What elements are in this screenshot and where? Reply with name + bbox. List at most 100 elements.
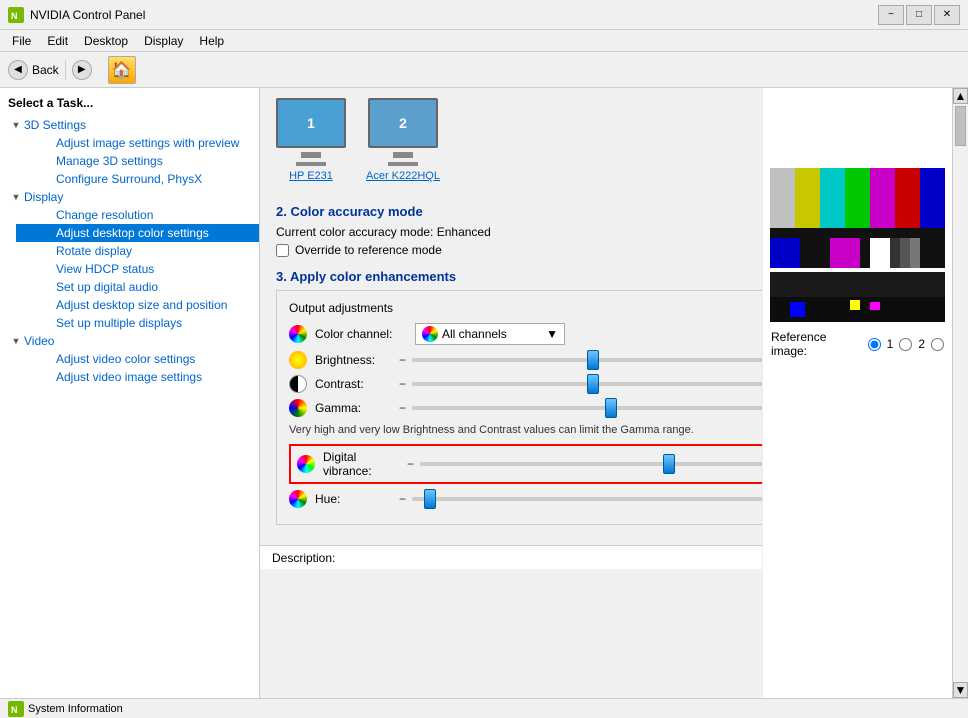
sidebar-item-display[interactable]: ▼ Display [0, 188, 259, 206]
menu-help[interactable]: Help [191, 32, 232, 50]
monitor-section: 1 HP E231 2 Acer K222HQL [276, 98, 762, 194]
menu-display[interactable]: Display [136, 32, 191, 50]
window-controls: − □ ✕ [878, 5, 960, 25]
sidebar-link-adjust-desktop-size[interactable]: Adjust desktop size and position [56, 298, 227, 312]
close-button[interactable]: ✕ [934, 5, 960, 25]
sidebar-link-adjust-image[interactable]: Adjust image settings with preview [56, 136, 239, 150]
sidebar-link-view-hdcp[interactable]: View HDCP status [56, 262, 154, 276]
contrast-thumb[interactable] [587, 374, 599, 394]
color-accuracy-section: 2. Color accuracy mode Current color acc… [276, 204, 762, 257]
reference-radio-1[interactable] [868, 338, 881, 351]
sidebar-item-adjust-desktop-size[interactable]: Adjust desktop size and position [16, 296, 259, 314]
app-icon: N [8, 7, 24, 23]
home-button[interactable]: 🏠 [108, 56, 136, 84]
description-bar: Description: [260, 545, 762, 569]
reference-radio-2[interactable] [899, 338, 912, 351]
section2-header: 2. Color accuracy mode [276, 204, 762, 219]
menu-desktop[interactable]: Desktop [76, 32, 136, 50]
sidebar-item-change-resolution[interactable]: Change resolution [16, 206, 259, 224]
color-bars-lower [770, 272, 945, 322]
hue-minus[interactable]: − [399, 492, 406, 506]
sidebar-link-configure-surround[interactable]: Configure Surround, PhysX [56, 172, 202, 186]
gamma-thumb[interactable] [605, 398, 617, 418]
sidebar-item-adjust-video-color[interactable]: Adjust video color settings [16, 350, 259, 368]
vertical-scrollbar[interactable]: ▲ ▼ [952, 88, 968, 698]
sidebar-item-view-hdcp[interactable]: View HDCP status [16, 260, 259, 278]
system-info-item[interactable]: N System Information [8, 701, 123, 717]
sidebar-item-manage-3d[interactable]: Manage 3D settings [16, 152, 259, 170]
sidebar-item-rotate-display[interactable]: Rotate display [16, 242, 259, 260]
sidebar-item-adjust-desktop-color[interactable]: Adjust desktop color settings [16, 224, 259, 242]
monitor-2-label[interactable]: Acer K222HQL [366, 170, 440, 182]
override-checkbox-label[interactable]: Override to reference mode [295, 243, 442, 257]
sidebar-link-adjust-video-image[interactable]: Adjust video image settings [56, 370, 202, 384]
channel-dropdown-arrow: ▼ [546, 327, 558, 341]
svg-text:N: N [11, 705, 18, 715]
gamma-track[interactable] [412, 406, 762, 410]
monitor-2-screen: 2 [368, 98, 438, 148]
sidebar-label-display: Display [24, 190, 63, 204]
3d-children: Adjust image settings with preview Manag… [16, 134, 259, 188]
bottom-bar: N System Information [0, 698, 968, 718]
brightness-thumb[interactable] [587, 350, 599, 370]
brightness-label: Brightness: [315, 353, 395, 367]
sidebar-item-video[interactable]: ▼ Video [0, 332, 259, 350]
sidebar-link-manage-3d[interactable]: Manage 3D settings [56, 154, 163, 168]
back-label[interactable]: Back [32, 63, 59, 77]
section3-header: 3. Apply color enhancements [276, 269, 762, 284]
sidebar-header: Select a Task... [0, 92, 259, 116]
sidebar-link-adjust-desktop-color[interactable]: Adjust desktop color settings [56, 226, 209, 240]
minimize-button[interactable]: − [878, 5, 904, 25]
sidebar-item-3d-settings[interactable]: ▼ 3D Settings [0, 116, 259, 134]
monitor-1[interactable]: 1 HP E231 [276, 98, 346, 182]
sidebar-item-adjust-image[interactable]: Adjust image settings with preview [16, 134, 259, 152]
sidebar: Select a Task... ▼ 3D Settings Adjust im… [0, 88, 260, 698]
brightness-minus[interactable]: − [399, 353, 406, 367]
sidebar-link-setup-audio[interactable]: Set up digital audio [56, 280, 158, 294]
channel-icon [289, 325, 307, 343]
channel-row: Color channel: All channels ▼ [289, 323, 762, 345]
monitor-1-label[interactable]: HP E231 [289, 170, 333, 182]
sidebar-link-adjust-video-color[interactable]: Adjust video color settings [56, 352, 195, 366]
brightness-track[interactable] [412, 358, 762, 362]
contrast-icon [289, 375, 307, 393]
tree-node-video: ▼ Video Adjust video color settings Adju… [0, 332, 259, 386]
sidebar-link-rotate-display[interactable]: Rotate display [56, 244, 132, 258]
gamma-minus[interactable]: − [399, 401, 406, 415]
sidebar-item-setup-multiple[interactable]: Set up multiple displays [16, 314, 259, 332]
system-info-label[interactable]: System Information [28, 703, 123, 715]
menu-edit[interactable]: Edit [39, 32, 76, 50]
gamma-row: Gamma: − + 1.15 [289, 399, 762, 417]
toolbar: ◀ Back ▶ 🏠 [0, 52, 968, 88]
scroll-down-button[interactable]: ▼ [953, 682, 968, 698]
sidebar-item-setup-audio[interactable]: Set up digital audio [16, 278, 259, 296]
sidebar-item-configure-surround[interactable]: Configure Surround, PhysX [16, 170, 259, 188]
tree-node-display: ▼ Display Change resolution Adjust deskt… [0, 188, 259, 332]
forward-button[interactable]: ▶ [72, 60, 92, 80]
maximize-button[interactable]: □ [906, 5, 932, 25]
scroll-track[interactable] [953, 104, 968, 682]
home-icon: 🏠 [112, 60, 132, 80]
hue-track[interactable] [412, 497, 762, 501]
sidebar-link-setup-multiple[interactable]: Set up multiple displays [56, 316, 182, 330]
channel-dropdown[interactable]: All channels ▼ [415, 323, 565, 345]
vibrance-track[interactable] [420, 462, 762, 466]
reference-radio-3[interactable] [931, 338, 944, 351]
contrast-minus[interactable]: − [399, 377, 406, 391]
vibrance-thumb[interactable] [663, 454, 675, 474]
sidebar-item-adjust-video-image[interactable]: Adjust video image settings [16, 368, 259, 386]
contrast-track[interactable] [412, 382, 762, 386]
monitor-1-stand [301, 152, 321, 158]
override-checkbox[interactable] [276, 244, 289, 257]
vibrance-row: Digital vibrance: − + 80% ➜ [289, 444, 762, 484]
monitor-2[interactable]: 2 Acer K222HQL [366, 98, 440, 182]
vibrance-minus[interactable]: − [407, 457, 414, 471]
expand-icon-display: ▼ [8, 192, 24, 202]
menu-file[interactable]: File [4, 32, 39, 50]
hue-thumb[interactable] [424, 489, 436, 509]
scroll-thumb[interactable] [955, 106, 966, 146]
sidebar-link-change-resolution[interactable]: Change resolution [56, 208, 153, 222]
vibrance-icon [297, 455, 315, 473]
scroll-up-button[interactable]: ▲ [953, 88, 968, 104]
back-button[interactable]: ◀ [8, 60, 28, 80]
